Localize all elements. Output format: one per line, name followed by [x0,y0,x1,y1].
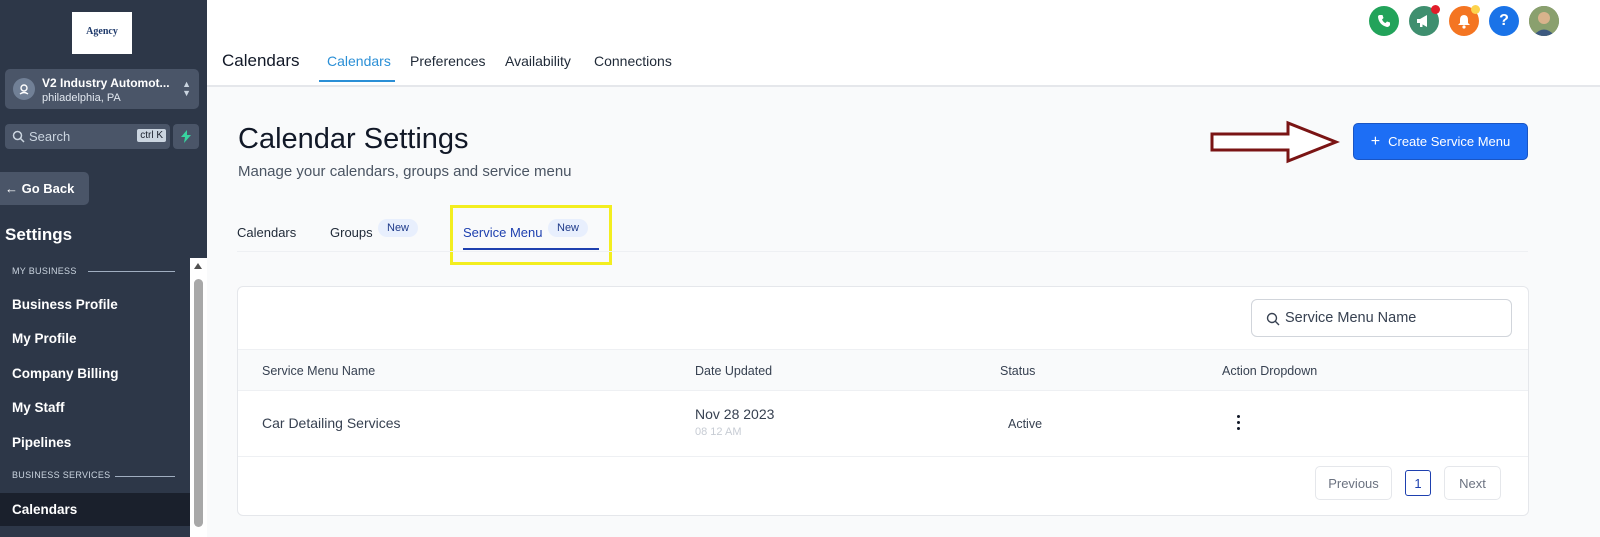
bell-icon [1458,14,1470,29]
table-header: Service Menu Name Date Updated Status Ac… [238,349,1528,391]
notifications-button[interactable] [1449,5,1480,36]
service-menu-card: Service Menu Name Service Menu Name Date… [237,286,1529,516]
service-menu-name[interactable]: Car Detailing Services [262,415,401,431]
notification-dot [1431,5,1440,14]
action-dropdown-icon[interactable] [1233,415,1243,433]
column-header: Status [1000,364,1036,378]
account-name: V2 Industry Automot... [42,76,170,90]
phone-button[interactable] [1369,6,1399,36]
new-badge: New [378,219,419,237]
top-navigation: Calendars Calendars Preferences Availabi… [207,0,1600,87]
date-updated: Nov 28 2023 [695,406,775,422]
subtab-calendars[interactable]: Calendars [237,225,296,240]
next-button[interactable]: Next [1444,466,1501,500]
notification-dot [1471,5,1480,14]
search-placeholder: Search [29,129,71,144]
sidebar: Agency V2 Industry Automot... philadelph… [0,0,207,537]
header-title: Calendars [222,51,300,70]
sidebar-search[interactable]: Search ctrl K [5,124,170,149]
plus-icon: + [1370,132,1381,150]
help-icon[interactable]: ? [1489,6,1519,36]
phone-icon [1378,15,1390,27]
location-pin-icon [13,78,35,100]
arrow-annotation [1210,120,1340,164]
section-label-business-services: BUSINESS SERVICES [12,470,111,480]
announcements-button[interactable] [1409,5,1440,36]
table-row[interactable]: Car Detailing Services Nov 28 2023 08 12… [238,391,1528,457]
lightning-icon [181,130,191,143]
chevron-updown-icon: ▲ ▼ [182,79,191,98]
tab-calendars[interactable]: Calendars [327,53,391,69]
sidebar-item-my-staff[interactable]: My Staff [12,400,65,415]
avatar[interactable] [1529,6,1559,36]
highlight-box [450,205,612,265]
scroll-thumb[interactable] [194,279,203,527]
go-back-button[interactable]: ← Go Back [0,172,89,205]
sidebar-item-company-billing[interactable]: Company Billing [12,366,119,381]
search-icon [12,130,25,143]
scroll-up-icon[interactable] [194,263,202,269]
go-back-label: Go Back [21,181,75,196]
column-header: Date Updated [695,364,773,378]
account-switcher[interactable]: V2 Industry Automot... philadelphia, PA … [5,69,199,109]
tab-preferences[interactable]: Preferences [410,53,485,69]
sidebar-item-calendars[interactable]: Calendars [12,502,77,517]
sidebar-item-pipelines[interactable]: Pipelines [12,435,71,450]
column-header: Action Dropdown [1222,364,1318,378]
tab-availability[interactable]: Availability [505,53,571,69]
column-header: Service Menu Name [262,364,376,378]
time-updated: 08 12 AM [695,426,742,438]
sidebar-scrollbar[interactable] [190,258,207,537]
search-icon [1266,312,1280,326]
service-menu-search-input[interactable]: Service Menu Name [1251,299,1512,337]
tab-connections[interactable]: Connections [594,53,672,69]
section-label-my-business: MY BUSINESS [12,266,77,276]
sidebar-item-business-profile[interactable]: Business Profile [12,297,118,312]
search-shortcut: ctrl K [137,129,166,142]
megaphone-icon [1417,15,1427,27]
settings-title: Settings [5,225,73,244]
subtab-divider [237,251,1528,252]
account-location: philadelphia, PA [42,92,121,104]
page-1-button[interactable]: 1 [1405,470,1431,496]
arrow-left-icon: ← [5,181,18,196]
subtab-groups[interactable]: Groups [330,225,373,240]
quick-action-button[interactable] [173,124,199,149]
agency-logo[interactable]: Agency [72,12,132,54]
search-placeholder: Service Menu Name [1285,310,1417,326]
section-divider [88,271,175,272]
page-subtitle: Manage your calendars, groups and servic… [238,163,572,180]
logo-text: Agency [86,26,118,37]
previous-button[interactable]: Previous [1315,466,1392,500]
create-button-label: Create Service Menu [1388,134,1511,149]
status-badge: Active [1008,417,1043,431]
create-service-menu-button[interactable]: + Create Service Menu [1353,123,1528,160]
section-divider [115,476,175,477]
active-tab-underline [319,80,395,82]
sidebar-item-my-profile[interactable]: My Profile [12,331,77,346]
page-title: Calendar Settings [238,123,469,155]
